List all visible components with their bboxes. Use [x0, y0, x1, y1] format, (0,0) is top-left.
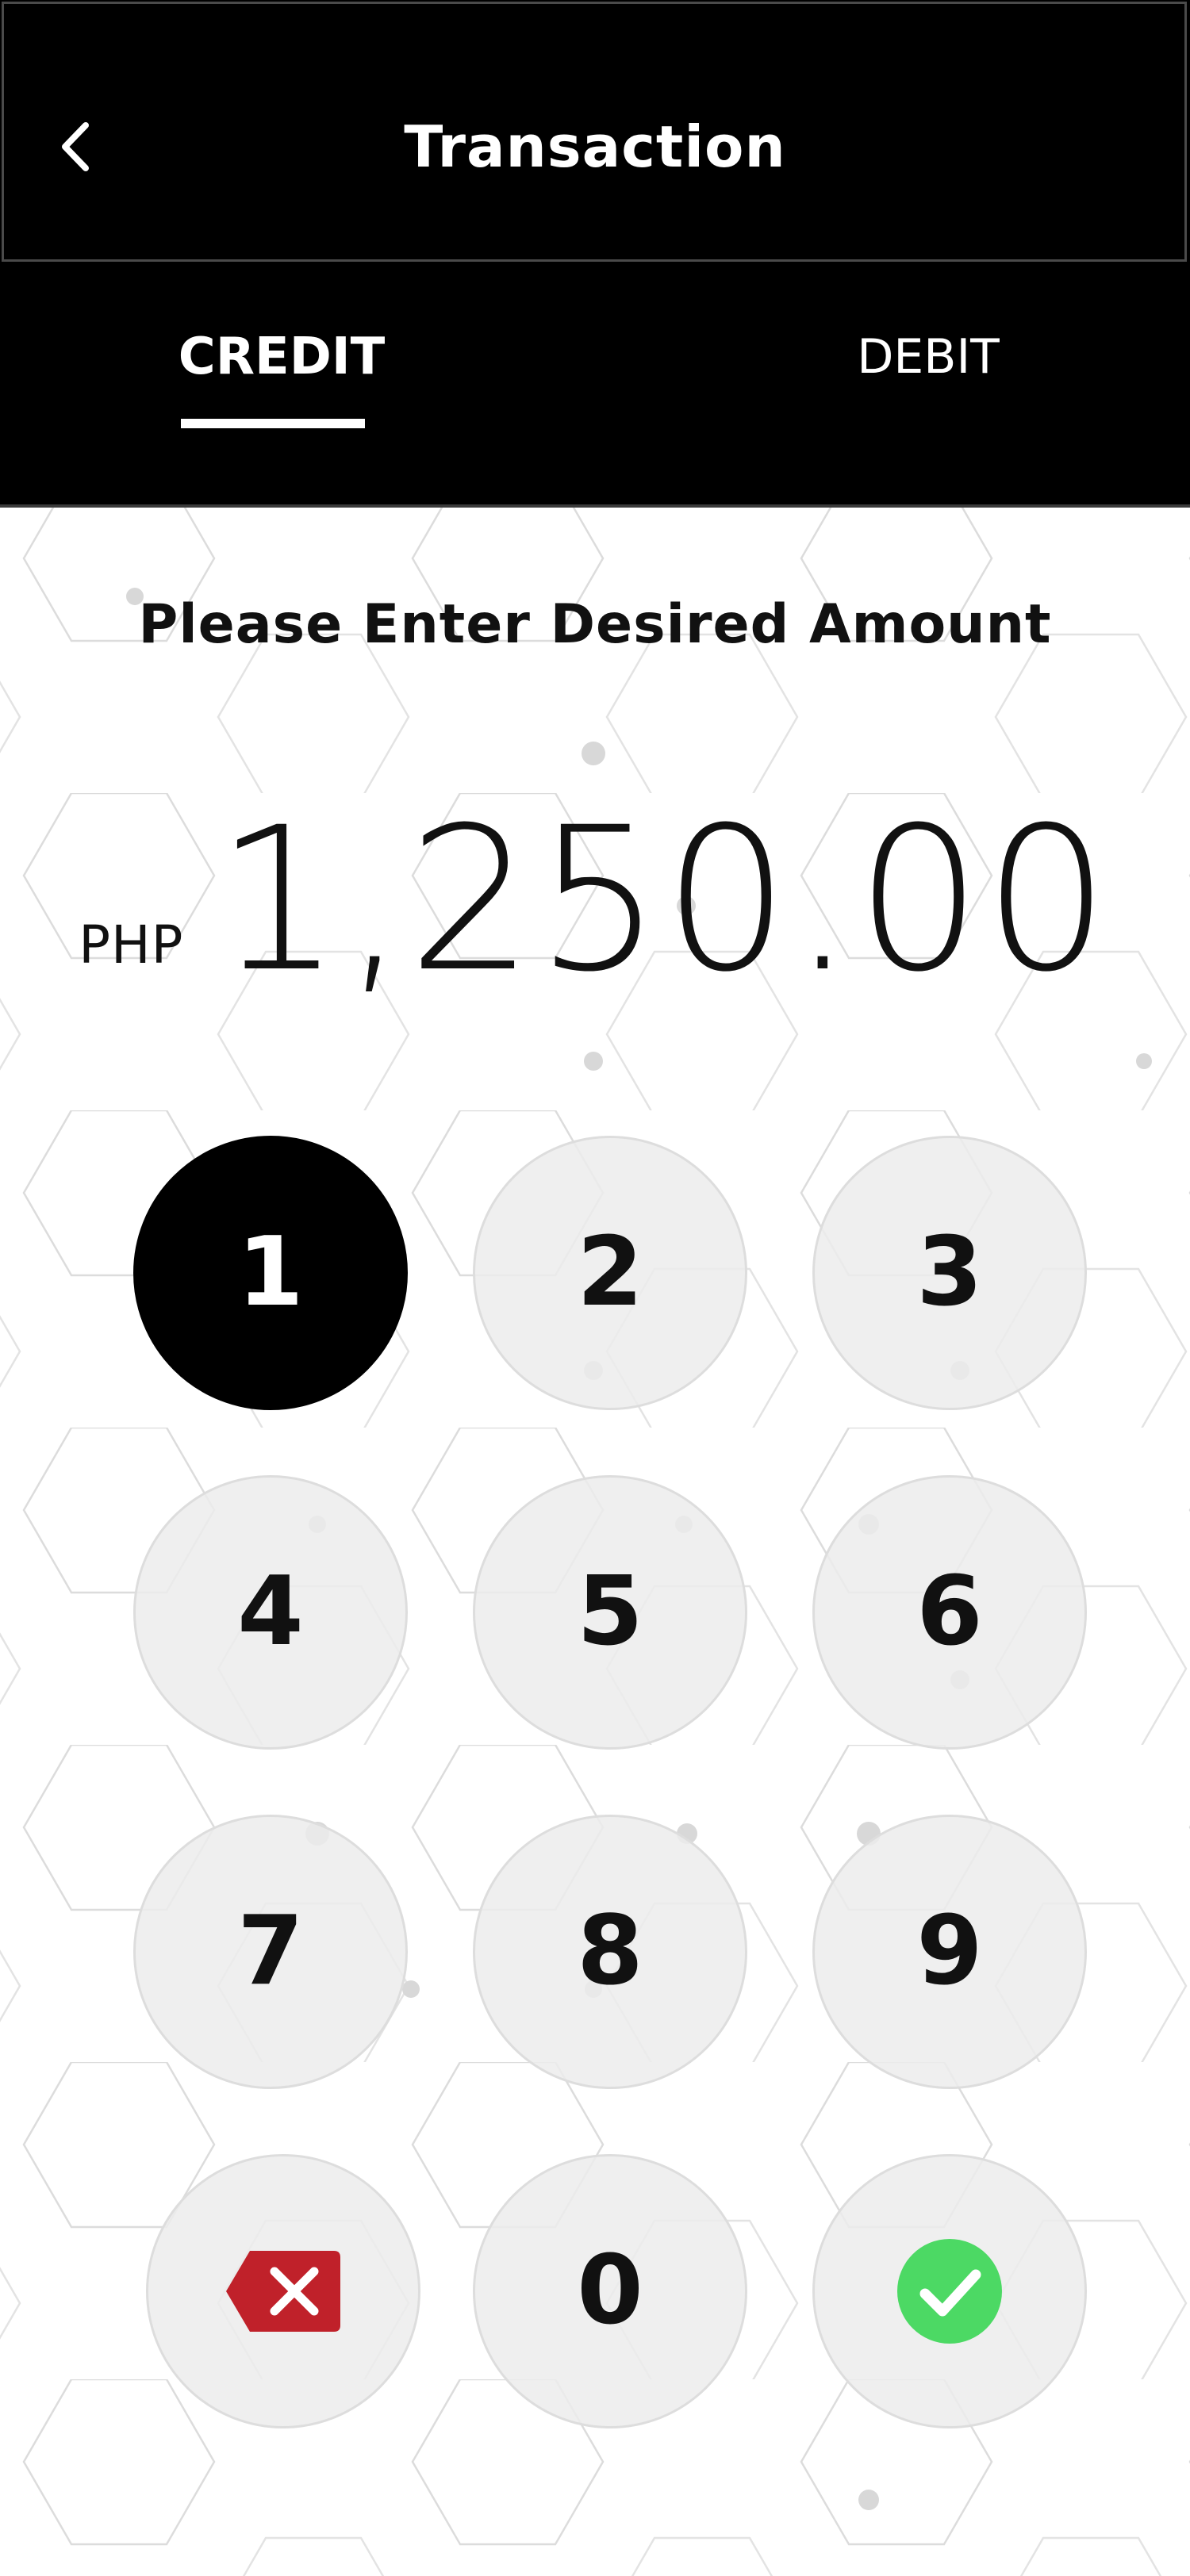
transaction-type-tabs: CREDIT DEBIT	[0, 262, 1190, 508]
currency-label: PHP	[79, 914, 184, 976]
tab-debit-label: DEBIT	[857, 329, 1000, 385]
key-7[interactable]: 7	[133, 1815, 408, 2089]
page-title: Transaction	[404, 113, 786, 180]
key-9[interactable]: 9	[812, 1815, 1087, 2089]
tab-debit[interactable]: DEBIT	[817, 317, 1039, 460]
key-7-label: 7	[237, 1896, 304, 2007]
key-6[interactable]: 6	[812, 1475, 1087, 1750]
key-3[interactable]: 3	[812, 1136, 1087, 1410]
tab-credit[interactable]: CREDIT	[159, 317, 405, 460]
confirm-key[interactable]	[812, 2154, 1087, 2428]
key-4[interactable]: 4	[133, 1475, 408, 1750]
delete-key[interactable]	[146, 2154, 420, 2428]
amount-prompt: Please Enter Desired Amount	[138, 593, 1052, 656]
key-4-label: 4	[237, 1557, 304, 1667]
key-1[interactable]: 1	[133, 1136, 408, 1410]
key-2-label: 2	[577, 1217, 643, 1328]
key-6-label: 6	[916, 1557, 983, 1667]
transaction-screen: Transaction CREDIT DEBIT Please Enter De…	[0, 0, 1190, 2576]
key-0-label: 0	[577, 2236, 643, 2346]
key-0[interactable]: 0	[473, 2154, 747, 2428]
key-5[interactable]: 5	[473, 1475, 747, 1750]
amount-value: 1,250.00	[215, 784, 1111, 1015]
key-1-label: 1	[237, 1217, 304, 1328]
backspace-delete-icon	[226, 2251, 340, 2332]
amount-display: PHP 1,250.00	[0, 793, 1190, 999]
key-3-label: 3	[916, 1217, 983, 1328]
key-2[interactable]: 2	[473, 1136, 747, 1410]
key-5-label: 5	[577, 1557, 643, 1667]
key-8-label: 8	[577, 1896, 643, 2007]
key-8[interactable]: 8	[473, 1815, 747, 2089]
check-circle-icon	[897, 2239, 1002, 2344]
active-tab-indicator	[181, 419, 365, 428]
tab-credit-label: CREDIT	[178, 328, 386, 386]
top-app-bar: Transaction	[0, 0, 1190, 262]
key-9-label: 9	[916, 1896, 983, 2007]
